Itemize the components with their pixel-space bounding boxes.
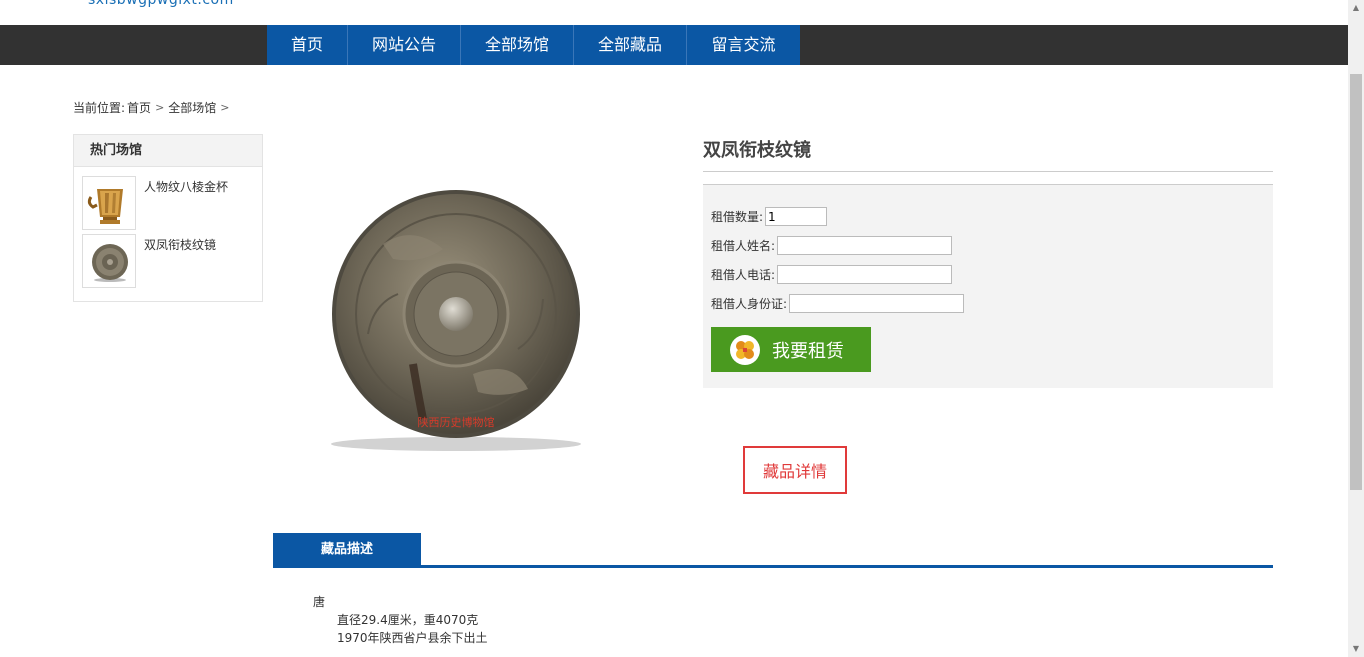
rent-icon: [730, 334, 760, 365]
rental-form: 租借数量: 租借人姓名: 租借人电话: 租借人身份证: 我要租赁: [703, 184, 1273, 388]
description-content: 唐 直径29.4厘米，重4070克 1970年陕西省户县余下出土: [313, 593, 488, 647]
breadcrumb-section-link[interactable]: 全部场馆: [168, 99, 216, 116]
museum-watermark: 陕西历史博物馆: [418, 415, 495, 429]
renter-phone-label: 租借人电话:: [711, 268, 776, 282]
quantity-input[interactable]: [765, 207, 828, 226]
breadcrumb-home-link[interactable]: 首页: [127, 99, 151, 116]
renter-name-row: 租借人姓名:: [711, 236, 953, 255]
vertical-scrollbar[interactable]: ▲ ▼: [1348, 0, 1364, 657]
description-origin: 1970年陕西省户县余下出土: [337, 631, 488, 645]
nav-item-announcements[interactable]: 网站公告: [348, 25, 461, 65]
sidebar-item-gold-cup[interactable]: 人物纹八棱金杯: [82, 176, 228, 230]
description-size: 直径29.4厘米，重4070克: [337, 613, 479, 627]
tab-description[interactable]: 藏品描述: [273, 533, 421, 566]
sidebar-item-label[interactable]: 人物纹八棱金杯: [144, 178, 228, 230]
nav-item-home[interactable]: 首页: [267, 25, 348, 65]
title-divider: [703, 171, 1273, 172]
renter-phone-row: 租借人电话:: [711, 265, 953, 284]
rent-button[interactable]: 我要租赁: [711, 327, 871, 372]
renter-phone-input[interactable]: [777, 265, 953, 284]
renter-name-input[interactable]: [777, 236, 953, 255]
tab-underline: [273, 565, 1273, 568]
renter-id-input[interactable]: [789, 294, 965, 313]
breadcrumb-separator: >: [220, 101, 230, 114]
hot-venues-title: 热门场馆: [74, 135, 262, 167]
product-title: 双凤衔枝纹镜: [703, 140, 811, 161]
nav-item-collections[interactable]: 全部藏品: [574, 25, 687, 65]
scroll-thumb[interactable]: [1350, 74, 1362, 490]
top-nav-bar: 首页 网站公告 全部场馆 全部藏品 留言交流: [0, 25, 1348, 65]
description-dynasty: 唐: [313, 595, 326, 609]
renter-name-label: 租借人姓名:: [711, 239, 776, 253]
breadcrumb-separator: >: [155, 101, 165, 114]
bronze-mirror-photo: 陕西历史博物馆: [273, 134, 683, 504]
rent-button-label[interactable]: 我要租赁: [772, 337, 844, 363]
nav-item-messages[interactable]: 留言交流: [687, 25, 800, 65]
quantity-row: 租借数量:: [711, 207, 828, 226]
breadcrumb-prefix: 当前位置:: [73, 101, 126, 115]
sidebar-item-bronze-mirror[interactable]: 双凤衔枝纹镜: [82, 234, 216, 288]
sidebar-item-label[interactable]: 双凤衔枝纹镜: [144, 236, 216, 288]
renter-id-row: 租借人身份证:: [711, 294, 965, 313]
site-url[interactable]: sxlsbwgpwgixt.com: [88, 0, 234, 8]
gold-cup-thumbnail[interactable]: [82, 176, 136, 230]
quantity-label: 租借数量:: [711, 210, 764, 224]
scroll-down-arrow-icon[interactable]: ▼: [1348, 641, 1364, 657]
scroll-up-arrow-icon[interactable]: ▲: [1348, 0, 1364, 16]
main-nav: 首页 网站公告 全部场馆 全部藏品 留言交流: [267, 25, 800, 65]
collection-details-link[interactable]: 藏品详情: [743, 446, 847, 494]
hot-venues-panel: 热门场馆 人物纹八棱金杯 双凤衔枝纹镜: [73, 134, 263, 302]
renter-id-label: 租借人身份证:: [711, 297, 788, 311]
nav-item-venues[interactable]: 全部场馆: [461, 25, 574, 65]
breadcrumb: 当前位置: 首页 > 全部场馆 >: [73, 99, 234, 116]
bronze-mirror-thumbnail[interactable]: [82, 234, 136, 288]
